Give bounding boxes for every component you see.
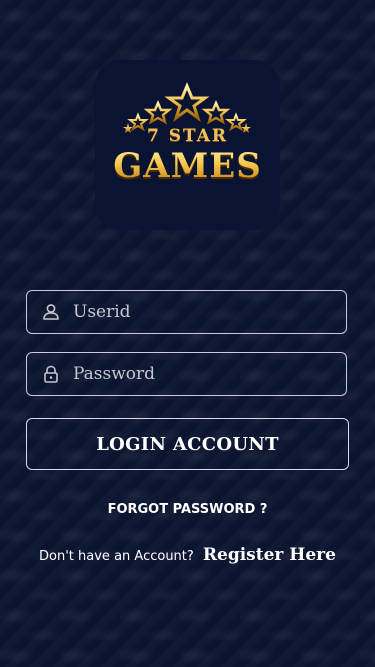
password-input[interactable]: [73, 353, 346, 395]
register-link[interactable]: Register Here: [203, 545, 336, 565]
forgot-password-link[interactable]: FORGOT PASSWORD ?: [0, 502, 375, 517]
brand-logo: 7 STAR GAMES: [95, 60, 280, 230]
logo-text-top: 7 STAR: [146, 126, 229, 146]
user-icon: [41, 302, 61, 322]
lock-icon: [41, 364, 61, 384]
userid-input[interactable]: [73, 291, 346, 333]
userid-field[interactable]: [26, 290, 347, 334]
logo-text-main: GAMES: [95, 146, 280, 186]
register-prompt: Don't have an Account?: [39, 549, 194, 564]
register-row: Don't have an Account? Register Here: [0, 545, 375, 565]
password-field[interactable]: [26, 352, 347, 396]
login-button[interactable]: LOGIN ACCOUNT: [26, 418, 349, 470]
